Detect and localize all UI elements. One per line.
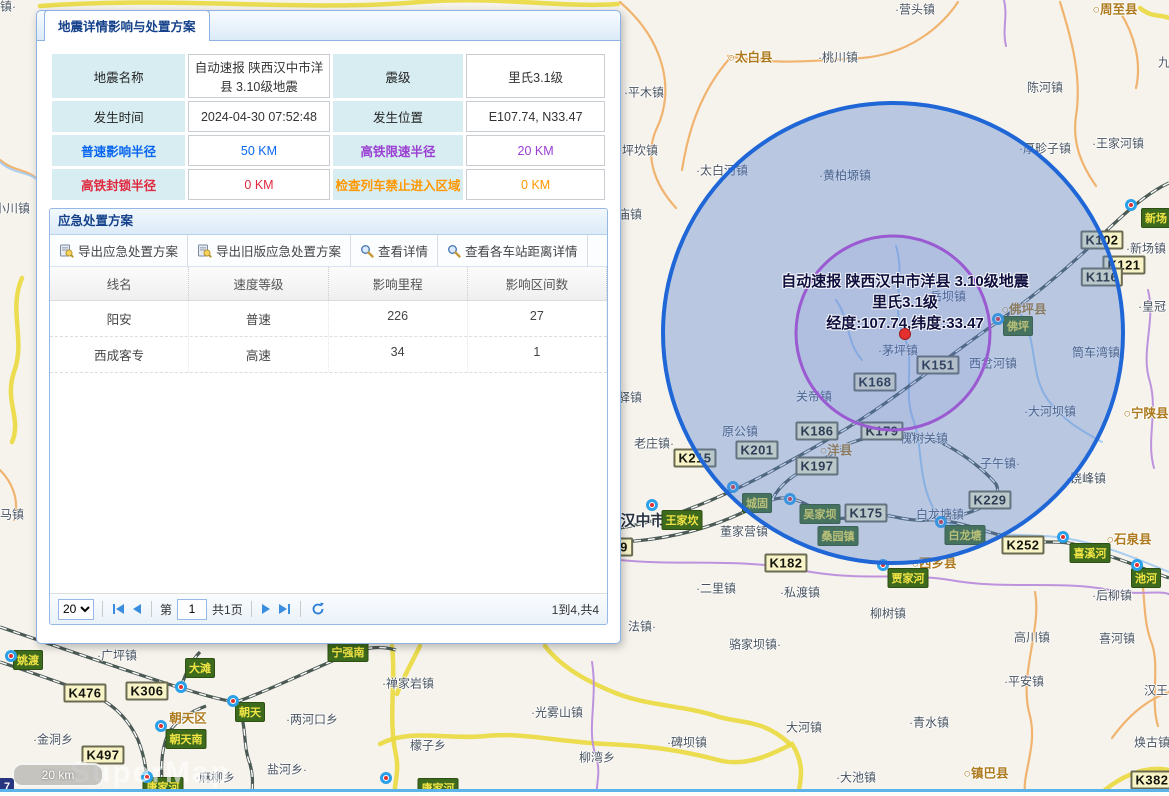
grid-column-header[interactable]: 速度等级 xyxy=(189,267,328,300)
info-label-cell: 发生位置 xyxy=(333,101,464,132)
page-label-suffix: 共1页 xyxy=(212,601,243,618)
grid-column-header[interactable]: 影响里程 xyxy=(329,267,468,300)
pagination-bar: 20 第 共1页 xyxy=(50,593,607,624)
grid-cell: 普速 xyxy=(189,301,328,336)
next-page-button[interactable] xyxy=(260,602,272,616)
earthquake-info-table: 地震名称自动速报 陕西汉中市洋县 3.10级地震震级里氏3.1级发生时间2024… xyxy=(49,51,608,203)
info-label-cell: 震级 xyxy=(333,54,464,98)
info-label-cell: 检查列车禁止进入区域 xyxy=(333,169,464,200)
map-bottom-strip xyxy=(0,792,1169,796)
map-scale-bar: 20 km xyxy=(12,763,104,787)
grid-row[interactable]: 西成客专高速341 xyxy=(50,337,607,373)
first-page-button[interactable] xyxy=(111,602,126,616)
toolbar-button-label: 导出旧版应急处置方案 xyxy=(216,241,341,260)
info-value-cell: 20 KM xyxy=(466,135,605,166)
magnifier-icon xyxy=(447,244,461,258)
grid-cell: 1 xyxy=(468,337,607,372)
refresh-button[interactable] xyxy=(309,600,327,618)
last-page-button[interactable] xyxy=(277,602,292,616)
toolbar-button-label: 导出应急处置方案 xyxy=(78,241,178,260)
toolbar-button[interactable]: 导出应急处置方案 xyxy=(50,235,188,266)
grid-cell: 阳安 xyxy=(50,301,189,336)
grid-column-header[interactable]: 线名 xyxy=(50,267,189,300)
pager-summary: 1到4,共4 xyxy=(552,601,599,618)
info-value-cell: 0 KM xyxy=(466,169,605,200)
info-label-cell: 高铁封锁半径 xyxy=(52,169,185,200)
toolbar-button-label: 查看详情 xyxy=(378,241,428,260)
page-size-select[interactable]: 20 xyxy=(58,599,94,620)
info-value-cell: 2024-04-30 07:52:48 xyxy=(188,101,329,132)
emergency-toolbar: 导出应急处置方案 导出旧版应急处置方案 查看详情 查看各车站距离详情 xyxy=(50,235,607,267)
toolbar-button-label: 查看各车站距离详情 xyxy=(465,241,578,260)
info-value-cell: 0 KM xyxy=(188,169,329,200)
info-label-cell: 普速影响半径 xyxy=(52,135,185,166)
page-number-input[interactable] xyxy=(177,599,207,620)
toolbar-button[interactable]: 查看详情 xyxy=(351,235,438,266)
grid-column-header[interactable]: 影响区间数 xyxy=(468,267,607,300)
info-value-cell: E107.74, N33.47 xyxy=(466,101,605,132)
info-value-cell: 自动速报 陕西汉中市洋县 3.10级地震 xyxy=(188,54,329,98)
grid-cell: 西成客专 xyxy=(50,337,189,372)
impact-grid-header: 线名速度等级影响里程影响区间数 xyxy=(50,267,607,301)
grid-cell: 高速 xyxy=(189,337,328,372)
emergency-plan-panel: 应急处置方案 导出应急处置方案 导出旧版应急处置方案 查看详情 查看各车站距离详情 线… xyxy=(49,208,608,625)
info-label-cell: 地震名称 xyxy=(52,54,185,98)
prev-page-button[interactable] xyxy=(131,602,143,616)
impact-grid: 阳安普速22627西成客专高速341 xyxy=(50,301,607,373)
map[interactable]: ·营头镇镇·九·桃川镇·平木镇陈河镇·王家河镇·厚畛子镇坪坎镇·太白河镇·黄柏塬… xyxy=(0,0,1169,796)
info-value-cell: 里氏3.1级 xyxy=(466,54,605,98)
grid-cell: 34 xyxy=(329,337,468,372)
info-label-cell: 高铁限速半径 xyxy=(333,135,464,166)
grid-row[interactable]: 阳安普速22627 xyxy=(50,301,607,337)
refresh-icon xyxy=(311,602,325,616)
earthquake-detail-dialog: 地震详情影响与处置方案 地震名称自动速报 陕西汉中市洋县 3.10级地震震级里氏… xyxy=(36,10,621,644)
export-icon xyxy=(197,243,212,258)
magnifier-icon xyxy=(360,244,374,258)
export-icon xyxy=(59,243,74,258)
grid-cell: 226 xyxy=(329,301,468,336)
page-label-prefix: 第 xyxy=(160,601,172,618)
dialog-tabbar: 地震详情影响与处置方案 xyxy=(37,11,620,41)
info-label-cell: 发生时间 xyxy=(52,101,185,132)
toolbar-button[interactable]: 查看各车站距离详情 xyxy=(438,235,588,266)
emergency-plan-header: 应急处置方案 xyxy=(50,209,607,235)
toolbar-button[interactable]: 导出旧版应急处置方案 xyxy=(188,235,351,266)
grid-cell: 27 xyxy=(468,301,607,336)
tab-earthquake-detail[interactable]: 地震详情影响与处置方案 xyxy=(44,10,210,41)
info-value-cell: 50 KM xyxy=(188,135,329,166)
